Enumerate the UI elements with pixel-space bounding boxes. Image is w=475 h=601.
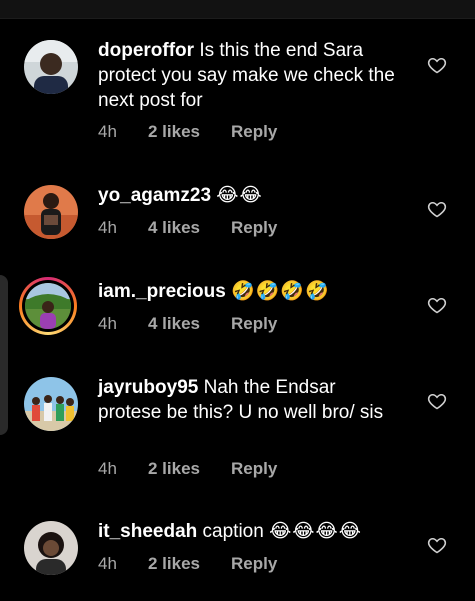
comment-emojis: 😂😂😂😂 bbox=[269, 521, 362, 542]
comment-meta: 4h 4 likes Reply bbox=[98, 218, 277, 238]
comment-text: yo_agamz23 😂😂 bbox=[98, 183, 398, 208]
heart-icon[interactable] bbox=[427, 391, 447, 411]
comment-username[interactable]: yo_agamz23 bbox=[98, 185, 211, 206]
comment-likes[interactable]: 2 likes bbox=[148, 122, 231, 142]
comment-likes[interactable]: 4 likes bbox=[148, 314, 231, 334]
comment-body: caption bbox=[197, 521, 270, 542]
side-panel-handle[interactable] bbox=[0, 275, 8, 435]
avatar[interactable] bbox=[24, 521, 78, 575]
comment-time: 4h bbox=[98, 314, 117, 333]
avatar[interactable] bbox=[24, 40, 78, 94]
comment-text: iam._precious 🤣🤣🤣🤣 bbox=[98, 279, 398, 304]
heart-icon[interactable] bbox=[427, 535, 447, 555]
comment-meta: 4h 2 likes Reply bbox=[98, 554, 277, 574]
heart-icon[interactable] bbox=[427, 55, 447, 75]
heart-icon[interactable] bbox=[427, 199, 447, 219]
avatar[interactable] bbox=[24, 377, 78, 431]
comment-username[interactable]: it_sheedah bbox=[98, 521, 197, 542]
comment-likes[interactable]: 4 likes bbox=[148, 218, 231, 238]
comment-username[interactable]: iam._precious bbox=[98, 281, 226, 302]
comment-username[interactable]: doperoffor bbox=[98, 40, 194, 61]
reply-button[interactable]: Reply bbox=[231, 122, 277, 142]
avatar-story-ring[interactable] bbox=[19, 277, 77, 335]
comment-meta: 4h 4 likes Reply bbox=[98, 314, 277, 334]
comment-time: 4h bbox=[98, 459, 117, 478]
comment-emojis: 🤣🤣🤣🤣 bbox=[231, 281, 330, 302]
comment-time: 4h bbox=[98, 218, 117, 237]
reply-button[interactable]: Reply bbox=[231, 218, 277, 238]
heart-icon[interactable] bbox=[427, 295, 447, 315]
person-avatar-icon bbox=[24, 521, 78, 575]
person-avatar-icon bbox=[24, 185, 78, 239]
reply-button[interactable]: Reply bbox=[231, 459, 277, 479]
reply-button[interactable]: Reply bbox=[231, 314, 277, 334]
person-avatar-icon bbox=[24, 40, 78, 94]
person-avatar-icon bbox=[25, 283, 71, 329]
reply-button[interactable]: Reply bbox=[231, 554, 277, 574]
top-bar bbox=[0, 0, 475, 19]
avatar[interactable] bbox=[24, 185, 78, 239]
comment-emojis: 😂😂 bbox=[216, 185, 263, 206]
comment-text: doperoffor Is this the end Sara protect … bbox=[98, 38, 398, 113]
comment-username[interactable]: jayruboy95 bbox=[98, 377, 198, 398]
comment-text: jayruboy95 Nah the Endsar protese be thi… bbox=[98, 375, 398, 425]
comment-text: it_sheedah caption 😂😂😂😂 bbox=[98, 519, 398, 544]
comment-likes[interactable]: 2 likes bbox=[148, 459, 231, 479]
group-avatar-icon bbox=[24, 377, 78, 431]
comment-meta: 4h 2 likes Reply bbox=[98, 122, 277, 142]
comment-time: 4h bbox=[98, 122, 117, 141]
comment-meta: 4h 2 likes Reply bbox=[98, 459, 277, 479]
comment-time: 4h bbox=[98, 554, 117, 573]
comment-likes[interactable]: 2 likes bbox=[148, 554, 231, 574]
